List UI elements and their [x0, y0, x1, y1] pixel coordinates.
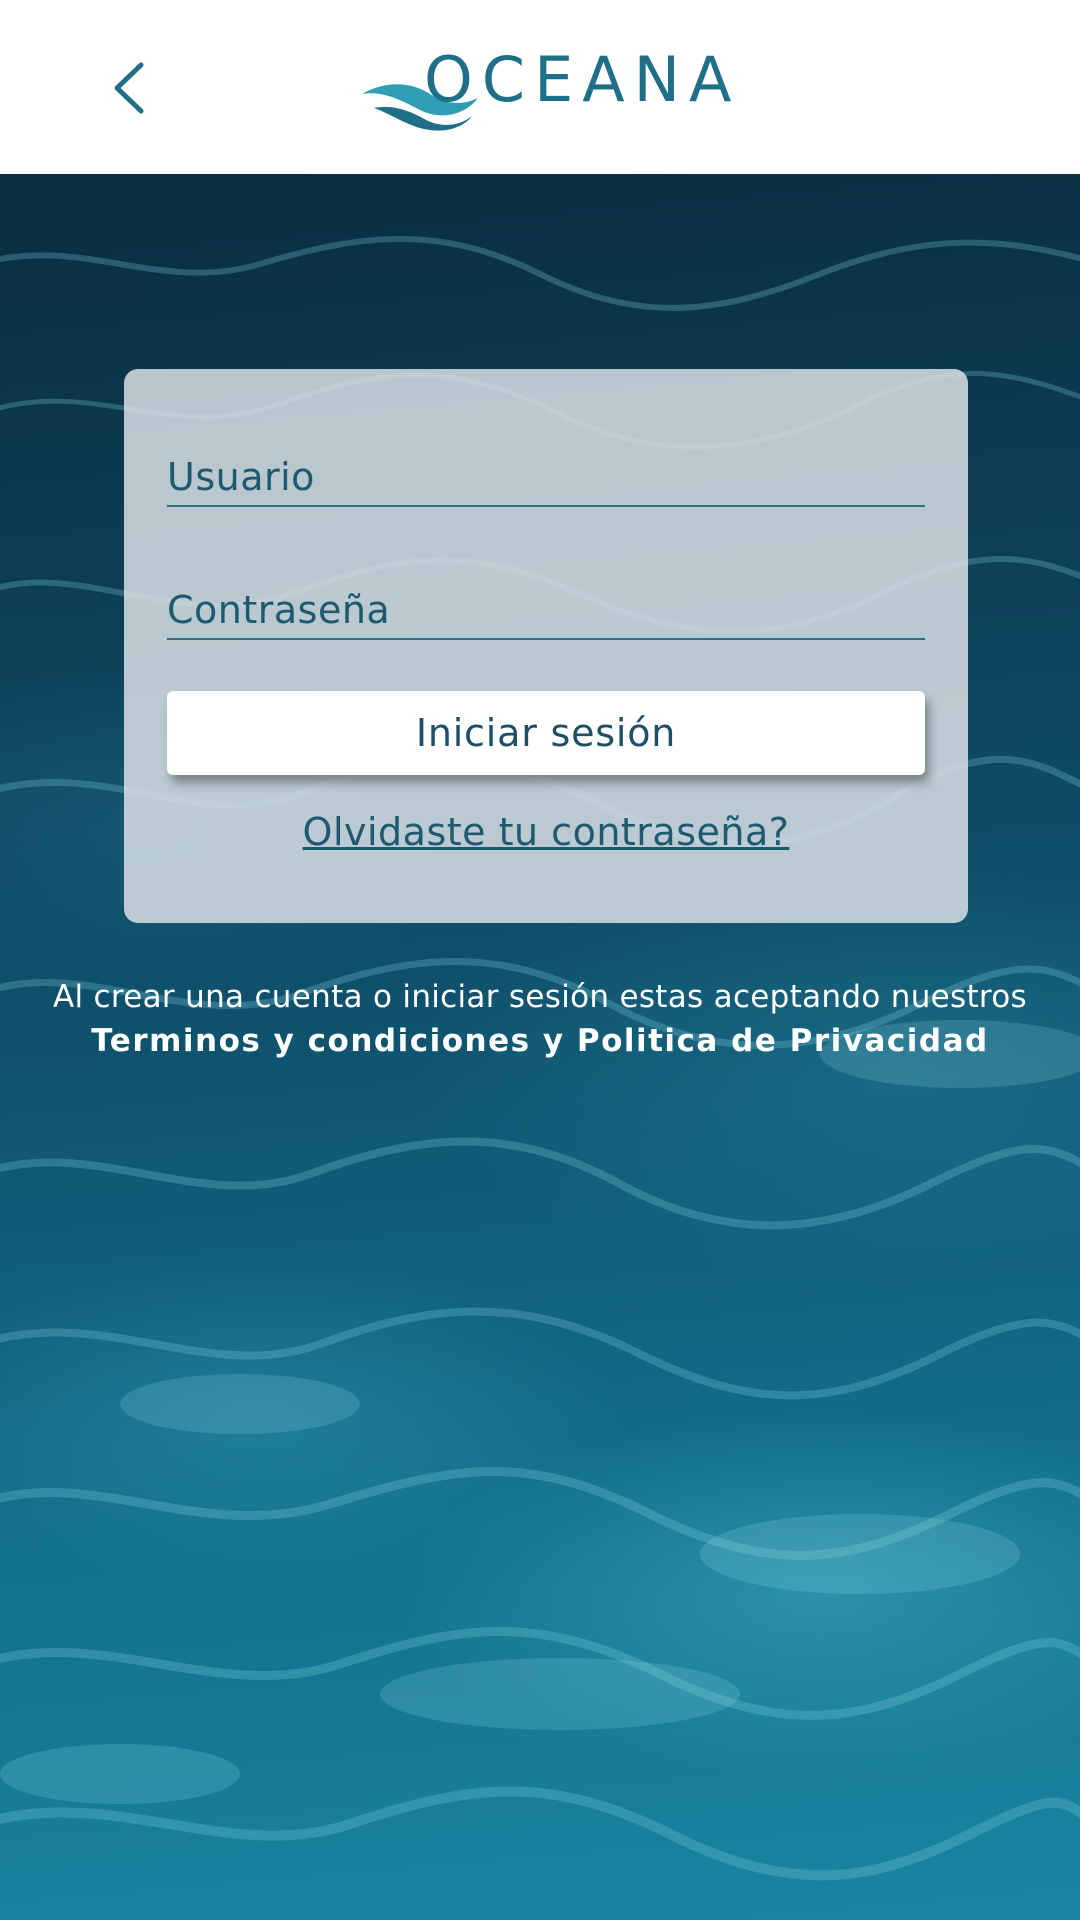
login-button[interactable]: Iniciar sesión — [167, 691, 925, 775]
password-placeholder: Contraseña — [167, 588, 391, 632]
app-header: OCEANA — [0, 0, 1080, 174]
back-button[interactable] — [96, 56, 160, 120]
forgot-password-link[interactable]: Olvidaste tu contraseña? — [124, 810, 968, 854]
legal-notice-text: Al crear una cuenta o iniciar sesión est… — [52, 979, 1028, 1015]
username-placeholder: Usuario — [167, 455, 315, 499]
login-card: Usuario Contraseña Iniciar sesión Olvida… — [124, 369, 968, 923]
logo-wordmark: OCEANA — [424, 43, 741, 116]
username-field[interactable]: Usuario — [167, 439, 925, 507]
legal-notice: Al crear una cuenta o iniciar sesión est… — [0, 975, 1080, 1063]
terms-privacy-link[interactable]: Terminos y condiciones y Politica de Pri… — [0, 1019, 1080, 1063]
password-field[interactable]: Contraseña — [167, 574, 925, 640]
chevron-left-icon — [114, 62, 144, 114]
oceana-logo: OCEANA — [360, 46, 731, 131]
